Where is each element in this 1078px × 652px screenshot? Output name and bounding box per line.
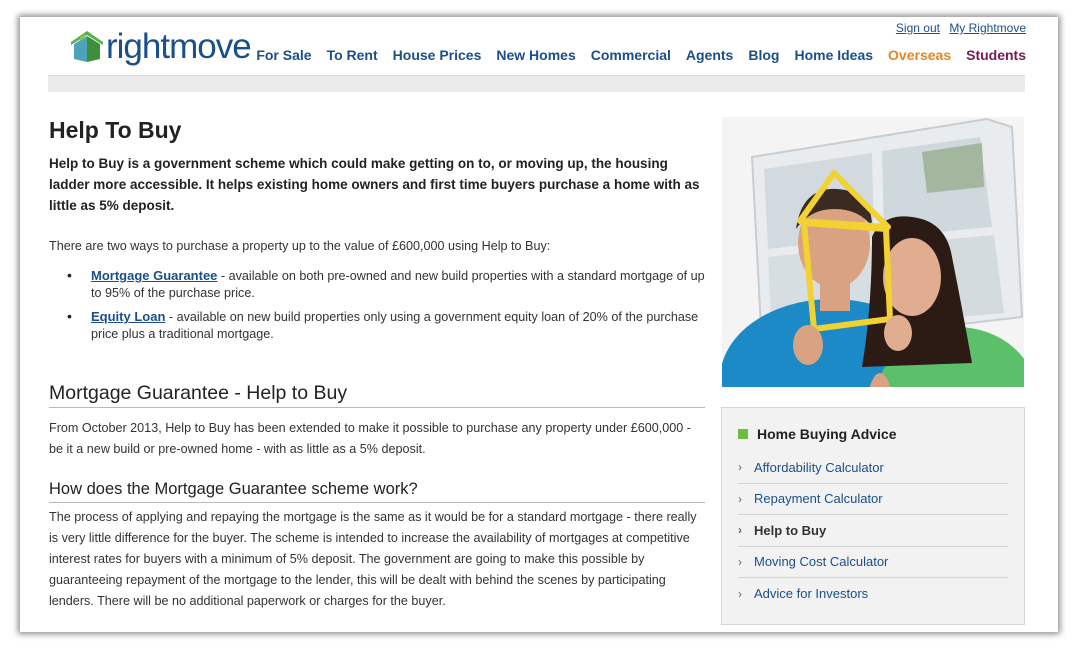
- advice-link-affordability[interactable]: › Affordability Calculator: [738, 452, 1008, 484]
- page-title: Help To Buy: [49, 117, 182, 143]
- nav-commercial[interactable]: Commercial: [591, 47, 671, 63]
- advice-link-label: Help to Buy: [754, 522, 827, 538]
- house-logo-icon: [71, 31, 103, 62]
- advice-link-investors[interactable]: › Advice for Investors: [738, 578, 1008, 610]
- advice-link-help-to-buy[interactable]: › Help to Buy: [738, 515, 1008, 547]
- nav-agents[interactable]: Agents: [686, 47, 733, 63]
- home-buying-advice-panel: Home Buying Advice › Affordability Calcu…: [721, 407, 1025, 625]
- advice-link-label: Moving Cost Calculator: [754, 554, 889, 570]
- chevron-right-icon: ›: [738, 554, 742, 569]
- equity-loan-desc: - available on new build properties only…: [91, 310, 699, 341]
- advice-link-label: Repayment Calculator: [754, 491, 883, 507]
- ways-list: • Mortgage Guarantee - available on both…: [49, 267, 705, 343]
- main-content: Help To Buy Help to Buy is a government …: [49, 117, 705, 612]
- chevron-right-icon: ›: [738, 523, 742, 538]
- subsection-heading: How does the Mortgage Guarantee scheme w…: [49, 480, 705, 503]
- page: rightmove Sign out My Rightmove For Sale…: [48, 17, 1026, 632]
- my-rightmove-link[interactable]: My Rightmove: [949, 21, 1026, 35]
- account-links: Sign out My Rightmove: [890, 21, 1026, 35]
- main-nav: For Sale To Rent House Prices New Homes …: [241, 47, 1026, 63]
- equity-loan-link[interactable]: Equity Loan: [91, 309, 165, 324]
- list-item: • Mortgage Guarantee - available on both…: [49, 267, 705, 302]
- advice-link-label: Affordability Calculator: [754, 459, 884, 475]
- browser-frame: rightmove Sign out My Rightmove For Sale…: [20, 17, 1058, 632]
- subsection-paragraph: The process of applying and repaying the…: [49, 510, 697, 608]
- rightmove-logo[interactable]: rightmove: [69, 26, 252, 66]
- advice-link-moving-cost[interactable]: › Moving Cost Calculator: [738, 547, 1008, 578]
- list-item: • Equity Loan - available on new build p…: [49, 308, 705, 343]
- nav-students[interactable]: Students: [966, 47, 1026, 63]
- advice-title-text: Home Buying Advice: [757, 426, 897, 442]
- nav-for-sale[interactable]: For Sale: [256, 47, 311, 63]
- ways-intro: There are two ways to purchase a propert…: [49, 239, 551, 253]
- mortgage-guarantee-link[interactable]: Mortgage Guarantee: [91, 268, 217, 283]
- green-square-icon: [738, 429, 748, 439]
- nav-overseas[interactable]: Overseas: [888, 47, 951, 63]
- intro-paragraph: Help to Buy is a government scheme which…: [49, 156, 700, 213]
- nav-to-rent[interactable]: To Rent: [327, 47, 378, 63]
- advice-link-repayment[interactable]: › Repayment Calculator: [738, 484, 1008, 515]
- section-heading: Mortgage Guarantee - Help to Buy: [49, 382, 705, 408]
- nav-blog[interactable]: Blog: [748, 47, 779, 63]
- logo-text: rightmove: [106, 26, 252, 66]
- advice-link-label: Advice for Investors: [754, 586, 869, 602]
- sign-out-link[interactable]: Sign out: [896, 21, 940, 35]
- advice-links: › Affordability Calculator › Repayment C…: [738, 452, 1008, 610]
- nav-new-homes[interactable]: New Homes: [496, 47, 575, 63]
- bullet-icon: •: [67, 267, 72, 283]
- section-paragraph: From October 2013, Help to Buy has been …: [49, 421, 691, 456]
- bullet-icon: •: [67, 308, 72, 324]
- chevron-right-icon: ›: [738, 491, 742, 506]
- nav-home-ideas[interactable]: Home Ideas: [794, 47, 873, 63]
- advice-title: Home Buying Advice: [738, 426, 897, 442]
- sub-nav-bar: [48, 75, 1025, 92]
- nav-house-prices[interactable]: House Prices: [393, 47, 482, 63]
- chevron-right-icon: ›: [738, 460, 742, 475]
- chevron-right-icon: ›: [738, 586, 742, 601]
- couple-house-frame-image: [722, 117, 1024, 387]
